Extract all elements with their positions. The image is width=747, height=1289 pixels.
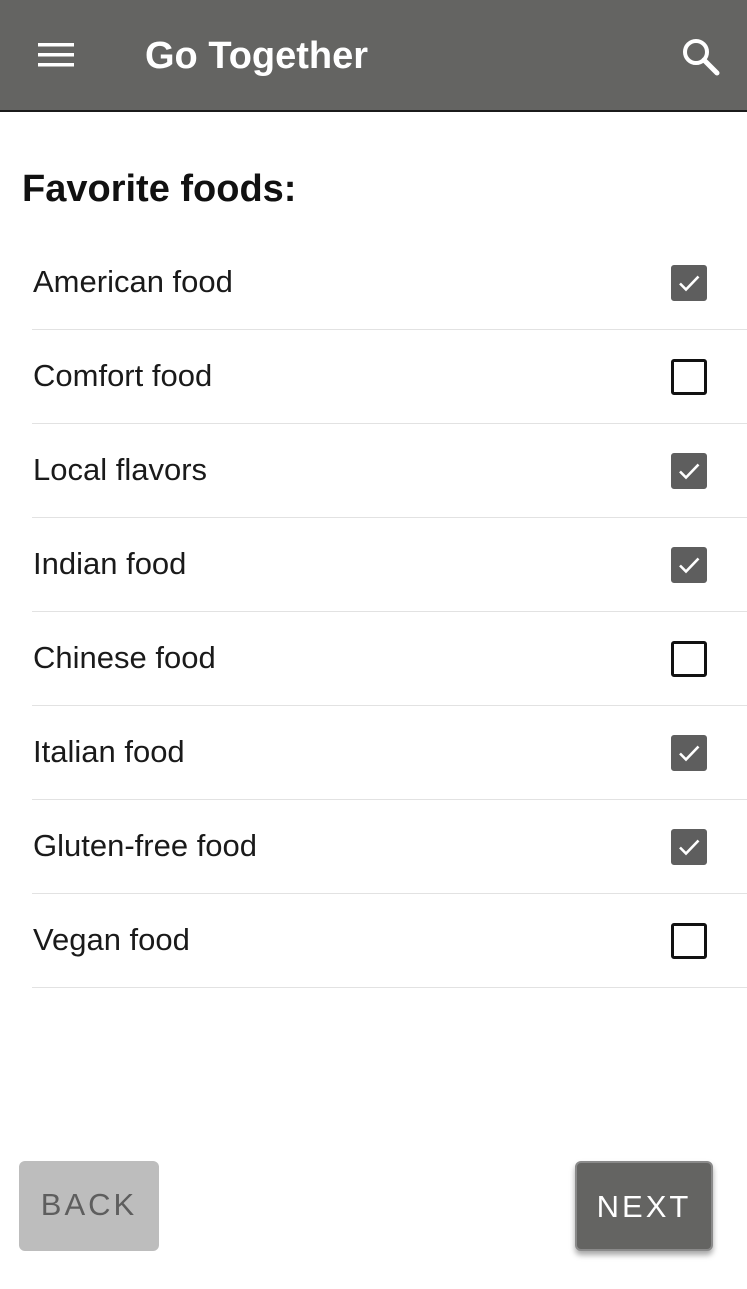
food-item-label: Vegan food (33, 922, 190, 957)
food-item-label: Chinese food (33, 640, 216, 675)
food-item-vegan[interactable]: Vegan food (32, 894, 747, 988)
food-item-label: Gluten-free food (33, 828, 258, 863)
food-item-italian[interactable]: Italian food (32, 706, 747, 800)
next-button[interactable]: NEXT (575, 1161, 713, 1251)
check-icon (679, 275, 700, 292)
food-list: American food Comfort food Local flavors… (32, 236, 747, 988)
food-item-american[interactable]: American food (32, 236, 747, 330)
food-item-local[interactable]: Local flavors (32, 424, 747, 518)
favorite-foods-heading: Favorite foods: (22, 168, 297, 210)
food-item-label: Comfort food (33, 358, 213, 393)
food-item-gluten-free[interactable]: Gluten-free food (32, 800, 747, 894)
checkbox-unchecked[interactable] (671, 359, 707, 395)
checkbox-checked[interactable] (671, 735, 707, 771)
check-icon (679, 463, 700, 480)
checkbox-unchecked[interactable] (671, 641, 707, 677)
app-title: Go Together (145, 35, 369, 77)
food-item-label: Local flavors (33, 452, 208, 487)
food-item-comfort[interactable]: Comfort food (32, 330, 747, 424)
check-icon (679, 745, 700, 762)
search-icon[interactable] (680, 36, 722, 78)
food-item-indian[interactable]: Indian food (32, 518, 747, 612)
checkbox-checked[interactable] (671, 547, 707, 583)
app-bar: Go Together (0, 0, 747, 112)
food-item-label: Italian food (33, 734, 185, 769)
hamburger-menu-icon[interactable] (34, 36, 78, 76)
food-item-label: American food (33, 264, 233, 299)
checkbox-checked[interactable] (671, 453, 707, 489)
checkbox-checked[interactable] (671, 265, 707, 301)
food-item-chinese[interactable]: Chinese food (32, 612, 747, 706)
checkbox-checked[interactable] (671, 829, 707, 865)
food-item-label: Indian food (33, 546, 187, 581)
back-button[interactable]: BACK (19, 1161, 159, 1251)
checkbox-unchecked[interactable] (671, 923, 707, 959)
check-icon (679, 839, 700, 856)
check-icon (679, 557, 700, 574)
